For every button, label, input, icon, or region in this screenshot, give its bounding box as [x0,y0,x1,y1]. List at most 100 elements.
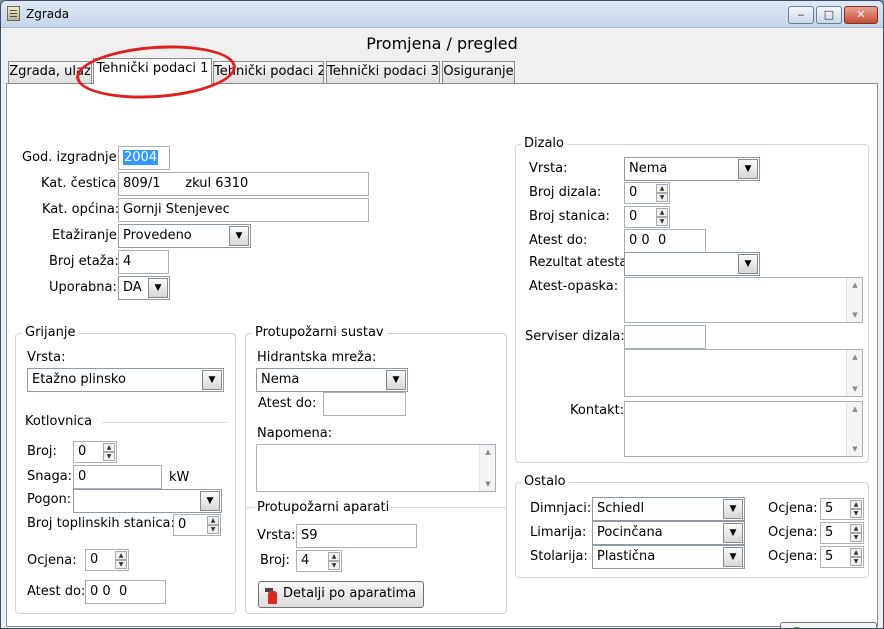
chevron-down-icon[interactable]: ▼ [148,278,168,298]
arrow-up-icon[interactable]: ▲ [850,524,862,533]
arrow-up-icon[interactable]: ▲ [656,208,668,217]
limarija-ocjena-stepper[interactable]: 5 ▲ ▼ [820,522,864,544]
kotlovnica-broj-value: 0 [78,444,87,459]
protupozarni-atest-field[interactable] [323,392,406,416]
grijanje-ocjena-stepper[interactable]: 0 ▲ ▼ [85,549,129,571]
window-title: Zgrada [26,7,70,21]
stolarija-dropdown[interactable]: Plastična ▼ [592,545,745,569]
kotlovnica-broj-stepper[interactable]: 0 ▲ ▼ [73,441,117,463]
chevron-down-icon[interactable]: ▼ [723,547,743,567]
aparati-broj-label: Broj: [260,553,290,568]
etaziranje-label: Etažiranje: [52,228,122,243]
uporabna-dropdown[interactable]: DA ▼ [118,276,170,300]
arrow-up-icon[interactable]: ▲ [328,552,340,561]
dimnjaci-ocjena-stepper[interactable]: 5 ▲ ▼ [820,498,864,520]
kat-opcina-label: Kat. općina: [42,202,120,217]
dizalo-atest-label: Atest do: [529,233,588,248]
serviser-dizala-field[interactable] [624,325,706,349]
broj-stanica-stepper[interactable]: 0 ▲ ▼ [624,206,670,228]
limarija-dropdown[interactable]: Pocinčana ▼ [592,521,745,545]
arrow-down-icon[interactable]: ▼ [850,509,862,518]
napomena-textarea[interactable]: ▲ ▼ [256,444,496,492]
chevron-down-icon[interactable]: ▼ [200,491,220,511]
close-button[interactable]: ✕ [844,6,878,24]
napomena-label: Napomena: [257,426,333,441]
chevron-down-icon[interactable]: ▼ [723,499,743,519]
tab-osiguranje[interactable]: Osiguranje [442,61,515,83]
chevron-down-icon[interactable]: ▼ [202,370,222,390]
arrow-down-icon[interactable]: ▼ [656,217,668,226]
aparati-vrsta-field[interactable]: S9 [296,524,417,548]
chevron-down-icon[interactable]: ▼ [723,523,743,543]
grijanje-title: Grijanje [22,325,79,340]
snaga-field[interactable]: 0 [73,465,162,489]
god-izgradnje-field[interactable]: 2004 [118,146,170,170]
maximize-button[interactable]: □ [816,6,842,24]
arrow-down-icon[interactable]: ▼ [480,480,496,488]
arrow-down-icon[interactable]: ▼ [847,385,863,393]
arrow-down-icon[interactable]: ▼ [850,533,862,542]
dimnjaci-ocjena-value: 5 [825,501,834,516]
building-icon [7,6,20,21]
arrow-up-icon[interactable]: ▲ [847,353,863,361]
kat-cestica-field[interactable]: 809/1 zkul 6310 [118,172,369,196]
scrollbar[interactable]: ▲ ▼ [479,445,495,491]
dizalo-vrsta-dropdown[interactable]: Nema ▼ [624,157,760,181]
dimnjaci-label: Dimnjaci: [530,501,592,516]
arrow-up-icon[interactable]: ▲ [480,448,496,456]
arrow-up-icon[interactable]: ▲ [115,551,127,560]
stolarija-ocjena-stepper[interactable]: 5 ▲ ▼ [820,546,864,568]
dimnjaci-dropdown[interactable]: Schiedl ▼ [592,497,745,521]
chevron-down-icon[interactable]: ▼ [738,159,758,179]
scrollbar[interactable]: ▲ ▼ [846,278,862,322]
arrow-up-icon[interactable]: ▲ [207,516,219,525]
arrow-up-icon[interactable]: ▲ [847,281,863,289]
ok-button[interactable]: ✓ Ok [780,622,877,628]
arrow-down-icon[interactable]: ▼ [115,560,127,569]
arrow-down-icon[interactable]: ▼ [847,311,863,319]
grijanje-atest-field[interactable]: 0 0 0 [85,580,166,604]
arrow-down-icon[interactable]: ▼ [207,525,219,534]
atest-opaska-textarea[interactable]: ▲ ▼ [624,277,863,323]
snaga-unit: kW [169,470,190,485]
arrow-down-icon[interactable]: ▼ [103,452,115,461]
kontakt-textarea[interactable]: ▲ ▼ [624,401,863,457]
tab-tehnicki-3[interactable]: Tehnički podaci 3 [326,61,440,83]
arrow-up-icon[interactable]: ▲ [847,405,863,413]
toplinskih-stanica-stepper[interactable]: 0 ▲ ▼ [173,514,221,536]
chevron-down-icon[interactable]: ▼ [386,370,406,390]
broj-dizala-value: 0 [629,185,638,200]
arrow-up-icon[interactable]: ▲ [656,184,668,193]
serviser-textarea[interactable]: ▲ ▼ [624,349,863,397]
aparati-broj-stepper[interactable]: 4 ▲ ▼ [296,550,342,572]
grijanje-vrsta-dropdown[interactable]: Etažno plinsko ▼ [27,368,224,392]
grijanje-ocjena-value: 0 [90,552,99,567]
arrow-down-icon[interactable]: ▼ [328,561,340,570]
minimize-button[interactable]: ‒ [788,6,814,24]
chevron-down-icon[interactable]: ▼ [738,254,758,274]
arrow-up-icon[interactable]: ▲ [850,548,862,557]
pogon-dropdown[interactable]: ▼ [73,489,222,513]
arrow-down-icon[interactable]: ▼ [850,557,862,566]
scrollbar[interactable]: ▲ ▼ [846,350,862,396]
scrollbar[interactable]: ▲ ▼ [846,402,862,456]
kat-opcina-field[interactable]: Gornji Stenjevec [118,198,369,222]
toplinskih-stanica-value: 0 [178,517,187,532]
broj-dizala-stepper[interactable]: 0 ▲ ▼ [624,182,670,204]
arrow-up-icon[interactable]: ▲ [103,443,115,452]
hidrantska-dropdown[interactable]: Nema ▼ [256,368,408,392]
arrow-up-icon[interactable]: ▲ [850,500,862,509]
etaziranje-dropdown[interactable]: Provedeno ▼ [118,224,251,248]
arrow-down-icon[interactable]: ▼ [656,193,668,202]
chevron-down-icon[interactable]: ▼ [229,226,249,246]
protupozarni-title: Protupožarni sustav [252,325,387,340]
broj-stanica-value: 0 [629,209,638,224]
rezultat-atesta-dropdown[interactable]: ▼ [624,252,760,276]
detalji-po-aparatima-button[interactable]: Detalji po aparatima [258,581,424,608]
hidrantska-value: Nema [261,372,300,387]
limarija-ocjena-label: Ocjena: [768,525,818,540]
god-izgradnje-value: 2004 [123,150,159,165]
arrow-down-icon[interactable]: ▼ [847,445,863,453]
broj-etaza-field[interactable]: 4 [118,250,169,274]
dizalo-atest-field[interactable]: 0 0 0 [624,229,706,253]
